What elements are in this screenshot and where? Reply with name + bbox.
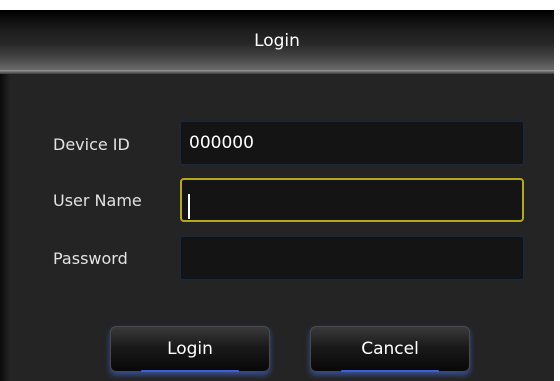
device-id-input[interactable] xyxy=(180,121,524,165)
title-bar-divider xyxy=(0,70,554,74)
login-button[interactable]: Login xyxy=(110,326,270,372)
cancel-button-label: Cancel xyxy=(361,339,419,359)
cancel-button[interactable]: Cancel xyxy=(310,326,470,372)
login-button-label: Login xyxy=(167,339,213,359)
cancel-button-glow xyxy=(341,370,439,372)
text-caret xyxy=(188,194,190,219)
login-button-glow xyxy=(141,370,239,372)
login-dialog: Login Device ID User Name Password Login… xyxy=(0,10,554,381)
password-label: Password xyxy=(53,249,128,268)
user-name-input[interactable] xyxy=(180,178,524,222)
user-name-label: User Name xyxy=(53,191,142,210)
title-bar: Login xyxy=(0,10,554,70)
device-id-label: Device ID xyxy=(53,135,130,154)
dialog-title: Login xyxy=(254,31,300,51)
password-input[interactable] xyxy=(180,236,524,280)
